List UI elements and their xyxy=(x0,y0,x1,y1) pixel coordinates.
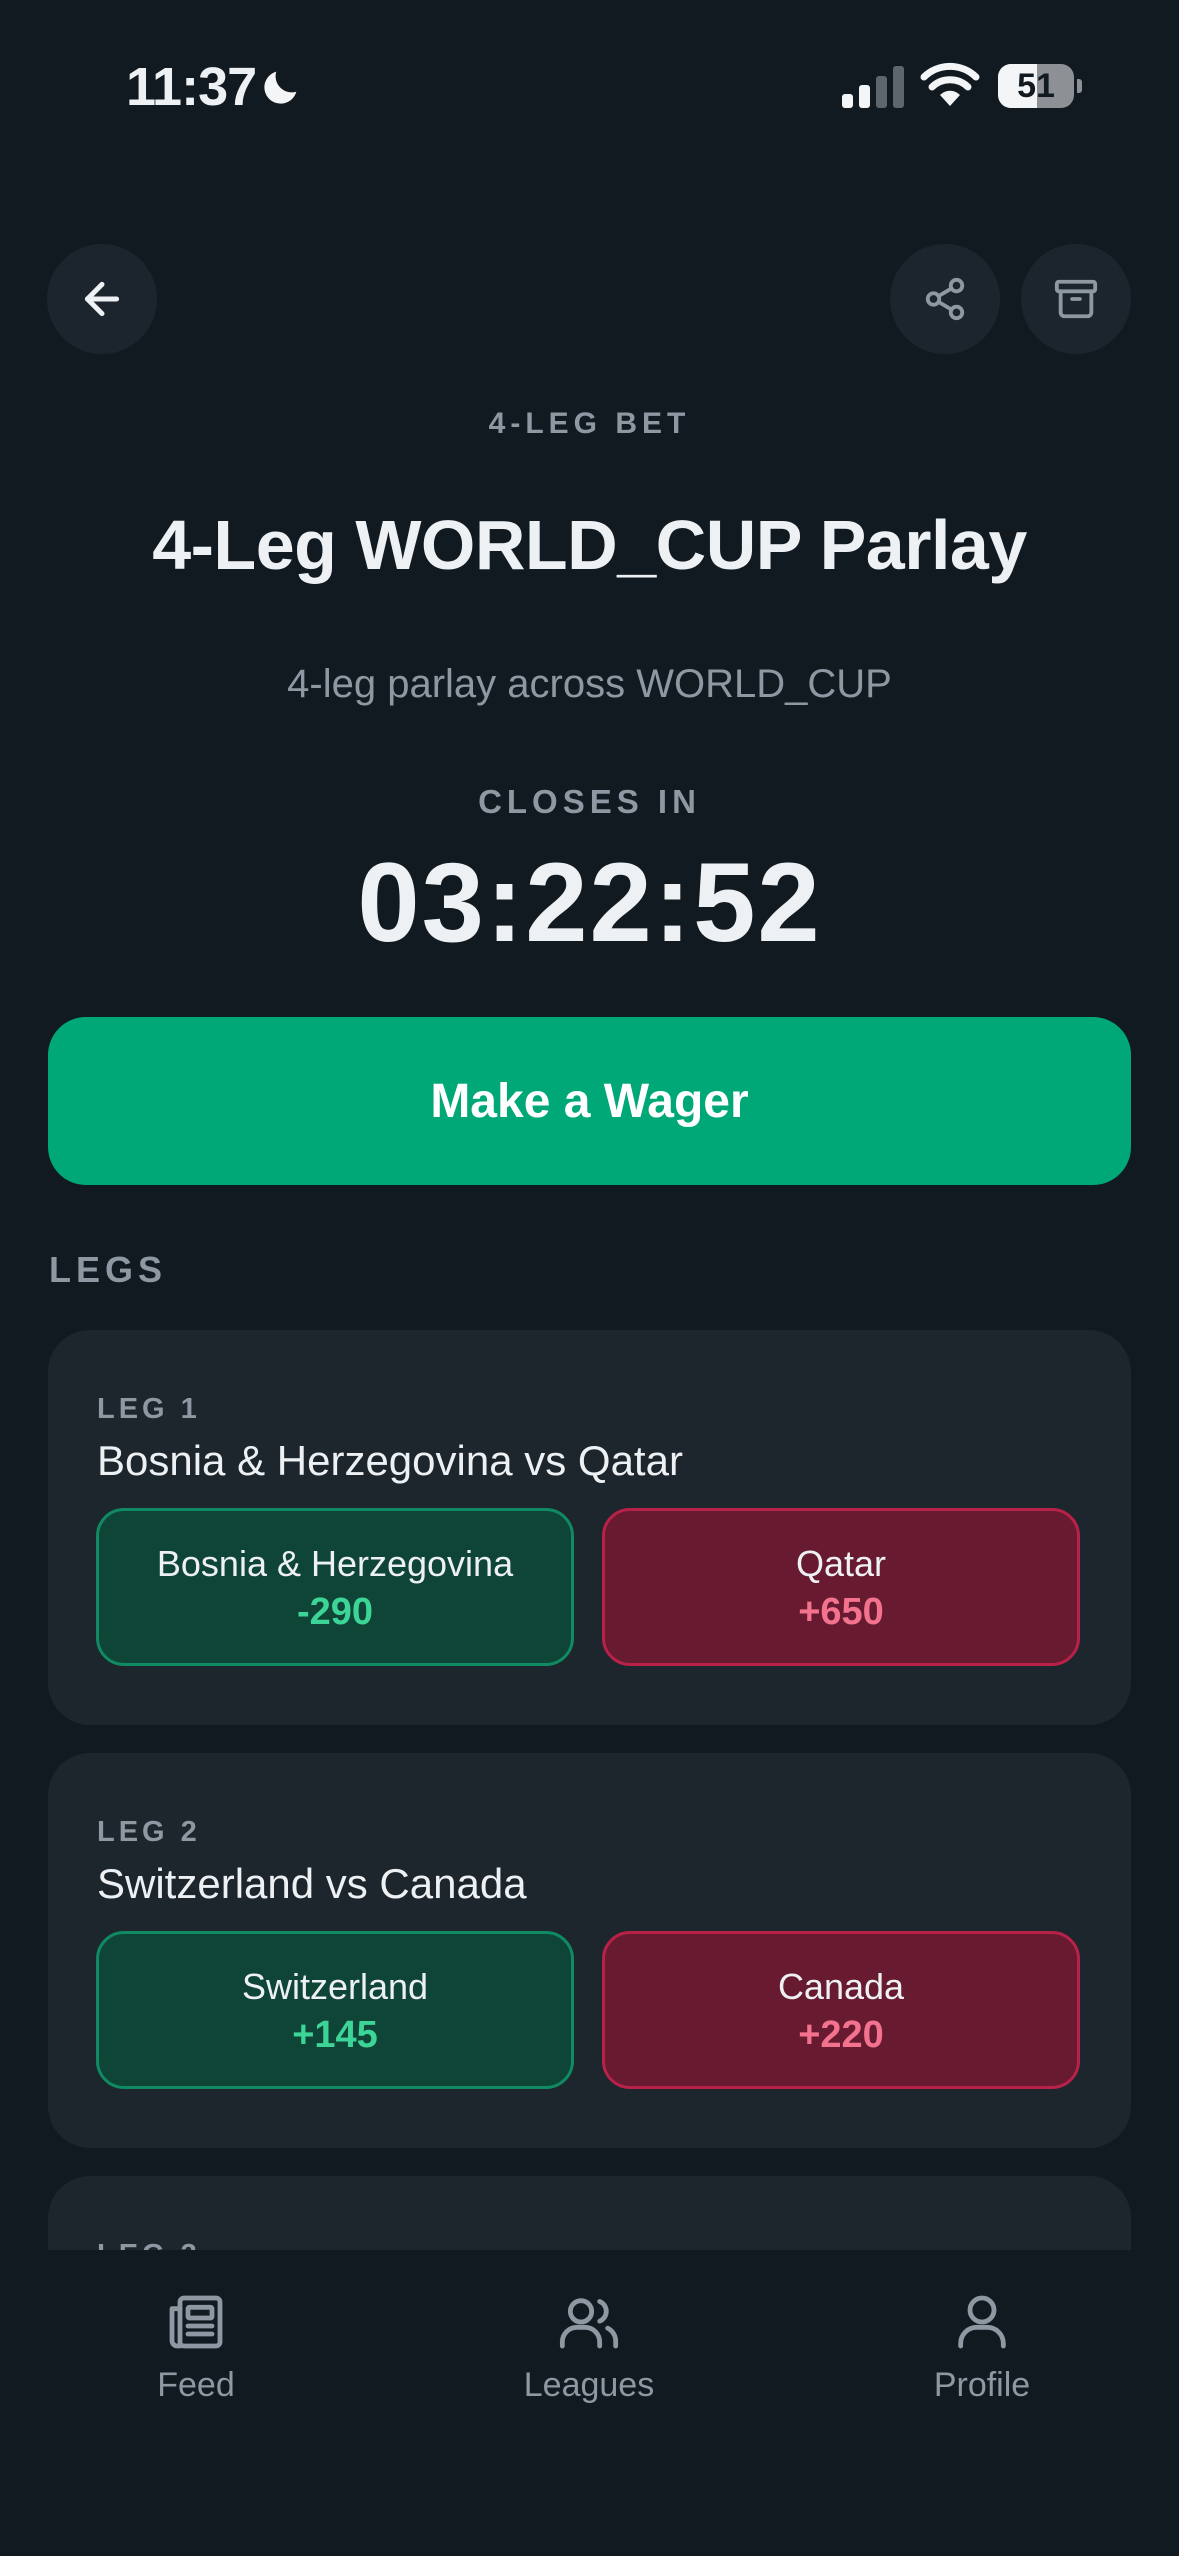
page-title: 4-Leg WORLD_CUP Parlay xyxy=(152,506,1027,584)
archive-icon xyxy=(1054,279,1098,319)
nav-label-leagues: Leagues xyxy=(523,2366,655,2404)
status-time: 11:37 xyxy=(126,57,257,117)
leg-match-title: Switzerland vs Canada xyxy=(97,1860,527,1907)
arrow-left-icon xyxy=(84,281,120,317)
battery-level: 51 xyxy=(1017,67,1055,105)
leg-label: LEG 1 xyxy=(97,1393,201,1425)
newspaper-icon xyxy=(169,2295,223,2349)
wifi-icon xyxy=(920,62,980,106)
option-team-name: Switzerland xyxy=(241,1966,429,2007)
legs-list[interactable]: LEG 1 Bosnia & Herzegovina vs Qatar Bosn… xyxy=(0,1320,1179,2250)
countdown-timer: 03:22:52 xyxy=(357,840,822,965)
nav-item-profile[interactable]: Profile xyxy=(882,2290,1082,2405)
page-subtitle: 4-leg parlay across WORLD_CUP xyxy=(287,662,892,706)
nav-label-feed: Feed xyxy=(157,2366,235,2404)
option-odds: +650 xyxy=(798,1591,884,1633)
leg-label: LEG 2 xyxy=(97,1816,201,1848)
user-icon xyxy=(958,2295,1006,2349)
leg-card: LEG 1 Bosnia & Herzegovina vs Qatar Bosn… xyxy=(48,1330,1131,1725)
bet-detail-screen: 11:37 51 4-LEG BET 4-Leg WORLD_CUP Parla… xyxy=(0,0,1179,2556)
make-wager-button[interactable]: Make a Wager xyxy=(48,1017,1131,1185)
option-team-name: Qatar xyxy=(795,1543,887,1584)
status-bar: 11:37 51 xyxy=(0,0,1179,170)
option-team-name: Bosnia & Herzegovina xyxy=(156,1543,514,1584)
users-icon xyxy=(559,2298,619,2349)
leg-2-away-option[interactable]: Canada +220 xyxy=(602,1931,1080,2089)
closes-in-label: CLOSES IN xyxy=(478,783,701,820)
leg-card: LEG 3 xyxy=(48,2176,1131,2250)
share-button[interactable] xyxy=(890,244,1000,354)
archive-button[interactable] xyxy=(1021,244,1131,354)
leg-2-home-option[interactable]: Switzerland +145 xyxy=(96,1931,574,2089)
nav-item-leagues[interactable]: Leagues xyxy=(489,2290,689,2405)
share-icon xyxy=(925,277,965,321)
leg-label: LEG 3 xyxy=(97,2239,201,2250)
legs-heading: LEGS xyxy=(49,1249,168,1290)
nav-item-feed[interactable]: Feed xyxy=(96,2290,296,2405)
leg-match-title: Bosnia & Herzegovina vs Qatar xyxy=(97,1437,683,1484)
option-odds: +145 xyxy=(292,2014,378,2056)
battery-icon: 51 xyxy=(998,64,1082,108)
nav-label-profile: Profile xyxy=(933,2366,1031,2404)
option-odds: +220 xyxy=(798,2014,884,2056)
bet-type-label: 4-LEG BET xyxy=(488,407,691,440)
leg-1-home-option[interactable]: Bosnia & Herzegovina -290 xyxy=(96,1508,574,1666)
leg-1-away-option[interactable]: Qatar +650 xyxy=(602,1508,1080,1666)
cellular-signal-icon xyxy=(842,66,904,108)
moon-icon xyxy=(264,71,297,104)
option-team-name: Canada xyxy=(777,1966,905,2007)
bottom-nav: Feed Leagues Profile xyxy=(0,2250,1179,2556)
back-button[interactable] xyxy=(47,244,157,354)
option-odds: -290 xyxy=(296,1591,374,1633)
leg-card: LEG 2 Switzerland vs Canada Switzerland … xyxy=(48,1753,1131,2148)
